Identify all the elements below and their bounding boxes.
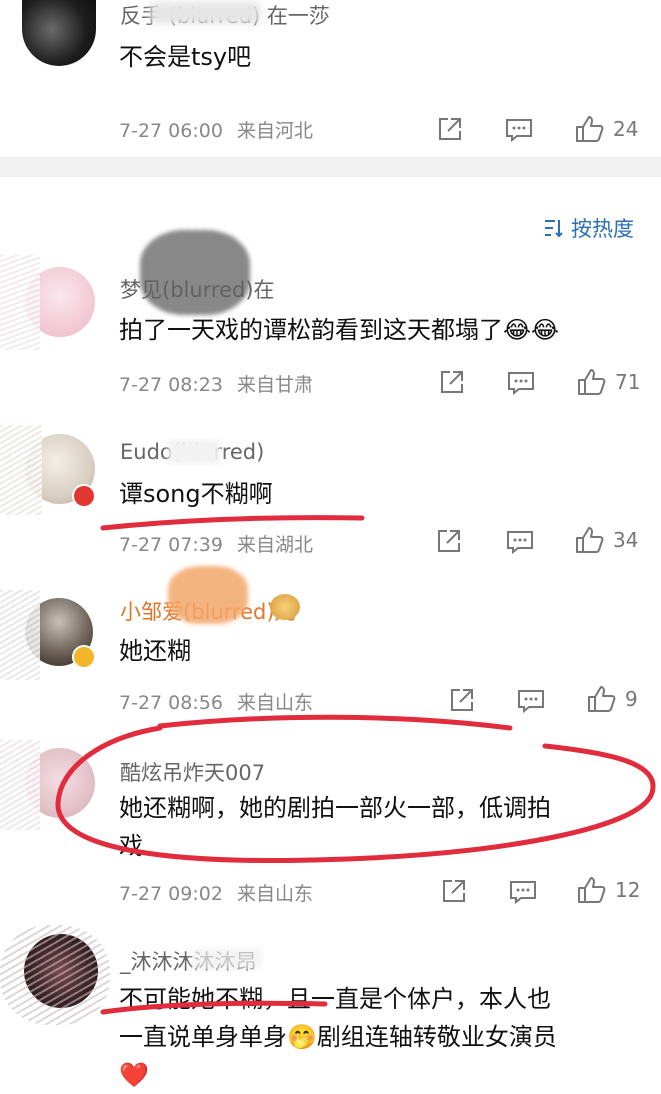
avatar[interactable] xyxy=(22,0,96,66)
comment-meta: 7-27 08:23 来自甘肃 xyxy=(119,370,313,397)
name-blur xyxy=(140,230,250,315)
avatar-scribble xyxy=(0,255,40,350)
comment-button[interactable] xyxy=(506,529,534,555)
comment-icon xyxy=(507,531,533,555)
comment-time: 7-27 09:02 xyxy=(119,883,223,905)
shush-emoji: 🤭 xyxy=(287,1023,317,1051)
verified-badge-icon xyxy=(72,484,96,508)
share-button[interactable] xyxy=(439,369,465,395)
comment-text: 不会是tsy吧 xyxy=(119,43,252,71)
like-count: 12 xyxy=(615,878,641,902)
comment-time: 7-27 06:00 xyxy=(119,120,223,142)
share-button[interactable] xyxy=(436,528,462,554)
thumbs-up-icon xyxy=(576,527,604,553)
share-icon xyxy=(438,530,460,552)
comment-time: 7-27 08:23 xyxy=(119,374,223,396)
comment-location: 来自甘肃 xyxy=(236,374,313,396)
sort-label: 按热度 xyxy=(571,217,634,241)
like-button[interactable]: 34 xyxy=(575,526,638,554)
highlight-circle xyxy=(55,714,656,863)
avatar-scribble xyxy=(0,740,40,830)
name-blur xyxy=(168,440,220,464)
heart-emoji: ❤️ xyxy=(119,1061,149,1089)
thumbs-up-icon xyxy=(578,369,606,395)
highlight-underline xyxy=(100,515,365,531)
name-blur xyxy=(192,948,262,970)
sort-lines-icon xyxy=(545,220,563,238)
avatar-scribble xyxy=(0,590,40,680)
avatar-scribble xyxy=(0,925,110,1025)
sort-toggle[interactable]: 按热度 xyxy=(543,213,634,243)
share-button[interactable] xyxy=(441,878,467,904)
comment-location: 来自河北 xyxy=(236,120,313,142)
comment-button[interactable] xyxy=(505,117,533,143)
like-button[interactable]: 12 xyxy=(577,876,640,904)
name-blur xyxy=(150,2,260,24)
comment-text-line: 一直说单身单身🤭剧组连轴转敬业女演员 xyxy=(119,1023,557,1051)
share-icon xyxy=(443,880,465,902)
comment-meta: 7-27 09:02 来自山东 xyxy=(119,879,313,906)
name-blur xyxy=(168,566,248,624)
thumbs-up-icon xyxy=(578,877,606,903)
like-button[interactable]: 24 xyxy=(575,115,638,143)
laughing-emoji: 😂😂 xyxy=(503,316,560,344)
share-icon xyxy=(441,371,463,393)
comment-button[interactable] xyxy=(509,879,537,905)
like-count: 24 xyxy=(613,117,639,141)
comment-text: 她还糊 xyxy=(119,637,191,665)
comment-location: 来自山东 xyxy=(236,883,313,905)
vip-badge-icon xyxy=(72,645,96,669)
comment-text: 拍了一天戏的谭松韵看到这天都塌了😂😂 xyxy=(119,316,560,344)
comment-icon xyxy=(510,881,536,905)
section-divider xyxy=(0,157,661,177)
comment-meta: 7-27 06:00 来自河北 xyxy=(119,116,313,143)
highlight-underline xyxy=(100,1000,328,1015)
avatar-scribble xyxy=(0,425,42,515)
comment-icon xyxy=(508,372,534,396)
comment-icon xyxy=(506,119,532,143)
like-count: 34 xyxy=(613,528,639,552)
fan-badge-icon xyxy=(270,594,300,620)
like-button[interactable]: 71 xyxy=(577,368,640,396)
comment-button[interactable] xyxy=(507,370,535,396)
like-count: 71 xyxy=(615,370,641,394)
share-button[interactable] xyxy=(437,116,463,142)
share-icon xyxy=(439,118,461,140)
thumbs-up-icon xyxy=(576,116,604,142)
